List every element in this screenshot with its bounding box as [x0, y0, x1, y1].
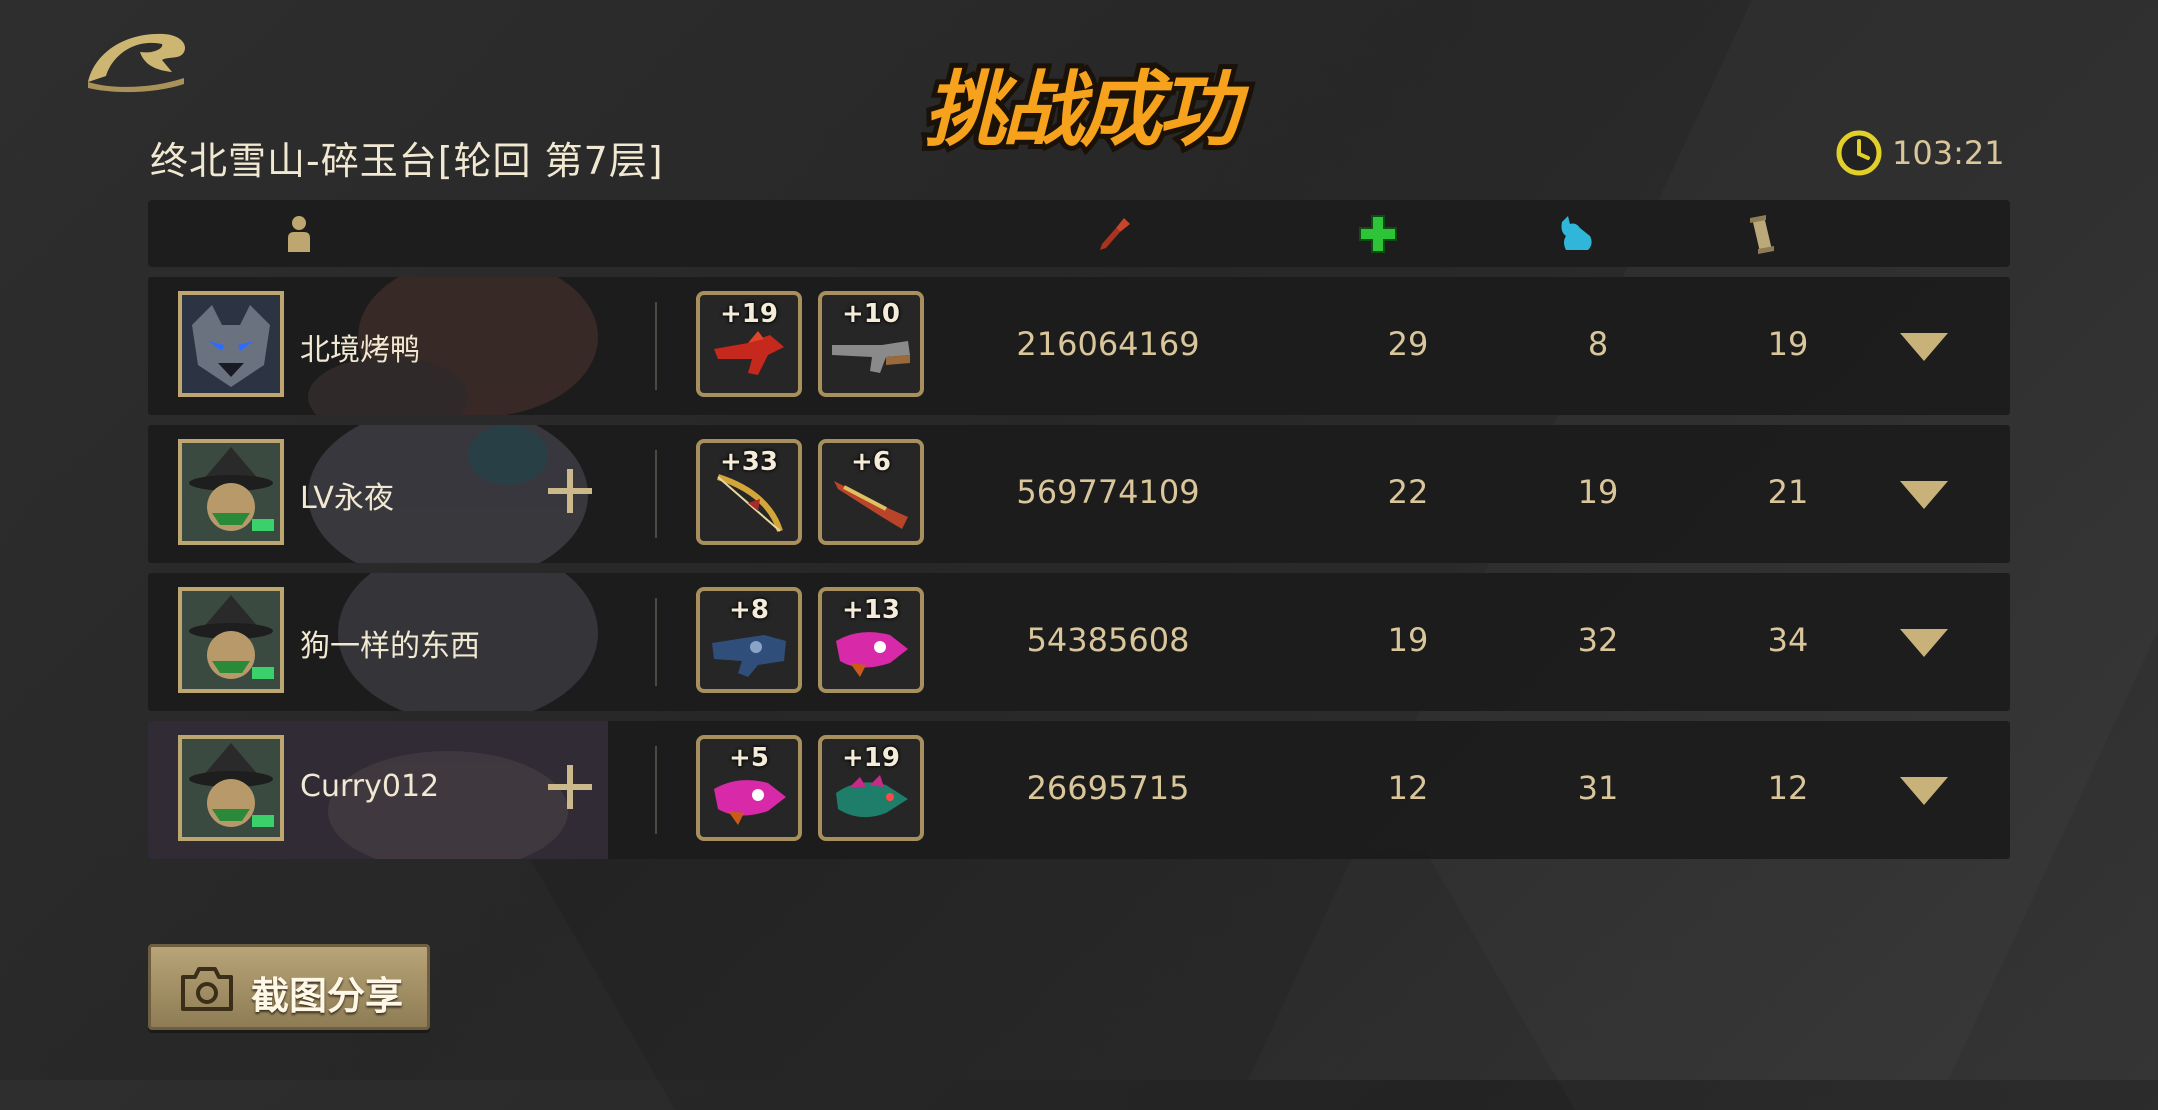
player-name: Curry012 — [300, 769, 440, 804]
divider — [655, 302, 657, 390]
player-name: LV永夜 — [300, 481, 394, 516]
scroll-value: 21 — [1767, 473, 1809, 511]
player-row: Curry012 +5 +19 26695715 12 31 12 — [148, 721, 2010, 859]
heal-value: 19 — [1387, 621, 1429, 659]
weapon-slot[interactable]: +33 — [696, 439, 802, 545]
divider — [655, 598, 657, 686]
wolf-avatar-icon — [182, 295, 280, 393]
screenshot-share-button[interactable]: 截图分享 — [148, 944, 430, 1030]
weapon-level: +13 — [842, 595, 900, 625]
pet-icon — [1561, 216, 1592, 250]
weapon-slot[interactable]: +19 — [696, 291, 802, 397]
banner-text: 挑战成功 — [924, 63, 1250, 158]
share-label: 截图分享 — [251, 974, 404, 1018]
pet-value: 31 — [1577, 769, 1619, 807]
pet-value: 8 — [1587, 325, 1609, 363]
timer: 103:21 — [1836, 130, 2005, 176]
add-friend-button[interactable] — [548, 469, 592, 513]
weapon-level: +10 — [842, 299, 900, 329]
camera-icon — [181, 967, 233, 1011]
pink-beast-gun-icon — [836, 632, 908, 677]
pink-beast-gun-icon — [714, 780, 786, 825]
weapon-slot[interactable]: +10 — [818, 291, 924, 397]
timer-value: 103:21 — [1892, 134, 2005, 172]
stage-title: 终北雪山-碎玉台[轮回 第7层] — [150, 139, 664, 183]
weapon-level: +19 — [720, 299, 778, 329]
witch-avatar-icon — [182, 591, 280, 689]
expand-arrow-icon[interactable] — [1900, 777, 1948, 805]
scroll-icon — [1750, 215, 1774, 254]
expand-arrow-icon[interactable] — [1900, 333, 1948, 361]
damage-icon — [1100, 218, 1130, 250]
heal-value: 12 — [1387, 769, 1429, 807]
pet-value: 32 — [1577, 621, 1619, 659]
expand-arrow-icon[interactable] — [1900, 629, 1948, 657]
heal-value: 29 — [1387, 325, 1429, 363]
avatar[interactable] — [178, 439, 284, 545]
avatar[interactable] — [178, 735, 284, 841]
pet-value: 19 — [1577, 473, 1619, 511]
damage-value: 216064169 — [1016, 325, 1200, 363]
weapon-level: +8 — [729, 595, 769, 625]
red-dragon-gun-icon — [714, 331, 784, 375]
witch-avatar-icon — [182, 739, 280, 837]
weapon-slot[interactable]: +19 — [818, 735, 924, 841]
back-button[interactable] — [84, 24, 190, 94]
bow-icon — [717, 474, 783, 532]
divider — [655, 746, 657, 834]
add-friend-button[interactable] — [548, 765, 592, 809]
weapon-slot[interactable]: +5 — [696, 735, 802, 841]
challenge-success-banner: 挑战成功 — [890, 40, 1270, 170]
scroll-value: 12 — [1767, 769, 1809, 807]
damage-value: 54385608 — [1026, 621, 1190, 659]
divider — [655, 450, 657, 538]
damage-value: 569774109 — [1016, 473, 1200, 511]
weapon-level: +6 — [851, 447, 891, 477]
blue-cannon-icon — [712, 635, 786, 677]
player-icon — [288, 216, 310, 252]
weapon-level: +33 — [720, 447, 778, 477]
weapon-slot[interactable]: +8 — [696, 587, 802, 693]
avatar[interactable] — [178, 291, 284, 397]
stats-header — [148, 200, 2010, 267]
player-row: 北境烤鸭 +19 +10 216064169 29 8 19 — [148, 277, 2010, 415]
clock-icon — [1836, 130, 1882, 176]
scroll-value: 34 — [1767, 621, 1809, 659]
teal-beast-gun-icon — [836, 775, 908, 818]
weapon-level: +5 — [729, 743, 769, 773]
player-name: 狗一样的东西 — [300, 629, 480, 664]
avatar[interactable] — [178, 587, 284, 693]
player-row: LV永夜 +33 +6 569774109 22 19 21 — [148, 425, 2010, 563]
golden-rifle-icon — [834, 481, 908, 529]
expand-arrow-icon[interactable] — [1900, 481, 1948, 509]
back-arrow-icon — [88, 33, 186, 93]
weapon-slot[interactable]: +13 — [818, 587, 924, 693]
witch-avatar-icon — [182, 443, 280, 541]
damage-value: 26695715 — [1026, 769, 1190, 807]
heal-cross-icon — [1359, 215, 1397, 253]
weapon-slot[interactable]: +6 — [818, 439, 924, 545]
weapon-level: +19 — [842, 743, 900, 773]
rifle-icon — [832, 341, 910, 373]
scroll-value: 19 — [1767, 325, 1809, 363]
player-row: 狗一样的东西 +8 +13 54385608 19 32 34 — [148, 573, 2010, 711]
player-name: 北境烤鸭 — [300, 333, 420, 368]
heal-value: 22 — [1387, 473, 1429, 511]
